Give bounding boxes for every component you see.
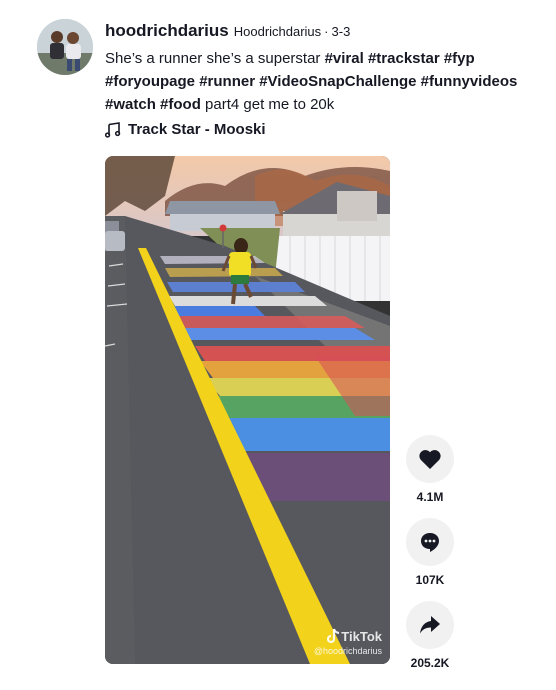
- music-link[interactable]: Track Star - Mooski: [105, 121, 266, 138]
- music-note-icon: [105, 121, 121, 138]
- username-link[interactable]: hoodrichdarius: [105, 21, 229, 41]
- hashtag-link[interactable]: #food: [160, 96, 201, 113]
- video-watermark: TikTok @hoodrichdarius: [313, 628, 382, 657]
- avatar-image: [37, 19, 93, 75]
- share-arrow-icon: [420, 616, 440, 634]
- video-frame: [105, 156, 390, 664]
- watermark-brand: TikTok: [341, 628, 382, 644]
- music-title: Track Star - Mooski: [128, 121, 266, 138]
- hashtag-link[interactable]: #VideoSnapChallenge: [259, 73, 416, 90]
- comment-icon: [421, 533, 439, 552]
- video-player[interactable]: TikTok @hoodrichdarius: [105, 156, 390, 664]
- avatar[interactable]: [37, 19, 93, 75]
- like-action: 4.1M: [406, 435, 454, 504]
- hashtag-link[interactable]: #foryoupage: [105, 73, 195, 90]
- caption-text: part4 get me to 20k: [205, 96, 335, 113]
- comment-count: 107K: [415, 573, 445, 587]
- author-row: hoodrichdarius Hoodrichdarius · 3-3: [105, 21, 545, 41]
- hashtag-link[interactable]: #trackstar: [368, 50, 440, 67]
- share-button[interactable]: [406, 601, 454, 649]
- share-action: 205.2K: [406, 601, 454, 670]
- post-date: 3-3: [331, 24, 351, 39]
- tiktok-watermark-logo: TikTok: [314, 628, 382, 644]
- watermark-handle: @hoodrichdarius: [313, 646, 382, 656]
- separator-dot: ·: [324, 24, 329, 39]
- like-button[interactable]: [406, 435, 454, 483]
- post-header: hoodrichdarius Hoodrichdarius · 3-3 She’…: [105, 21, 545, 116]
- comment-button[interactable]: [406, 518, 454, 566]
- hashtag-link[interactable]: #funnyvideos: [421, 73, 518, 90]
- hashtag-link[interactable]: #fyp: [444, 50, 475, 67]
- share-count: 205.2K: [410, 656, 450, 670]
- hashtag-link[interactable]: #runner: [199, 73, 255, 90]
- nickname[interactable]: Hoodrichdarius: [234, 24, 321, 39]
- hashtag-link[interactable]: #viral: [325, 50, 364, 67]
- caption-text: She’s a runner she’s a superstar: [105, 50, 325, 67]
- comment-action: 107K: [406, 518, 454, 587]
- caption: She’s a runner she’s a superstar #viral …: [105, 47, 545, 116]
- hashtag-link[interactable]: #watch: [105, 96, 156, 113]
- heart-icon: [419, 450, 441, 469]
- action-bar: 4.1M 107K 205.2K: [406, 435, 454, 684]
- tiktok-logo-icon: [327, 628, 340, 644]
- like-count: 4.1M: [416, 490, 444, 504]
